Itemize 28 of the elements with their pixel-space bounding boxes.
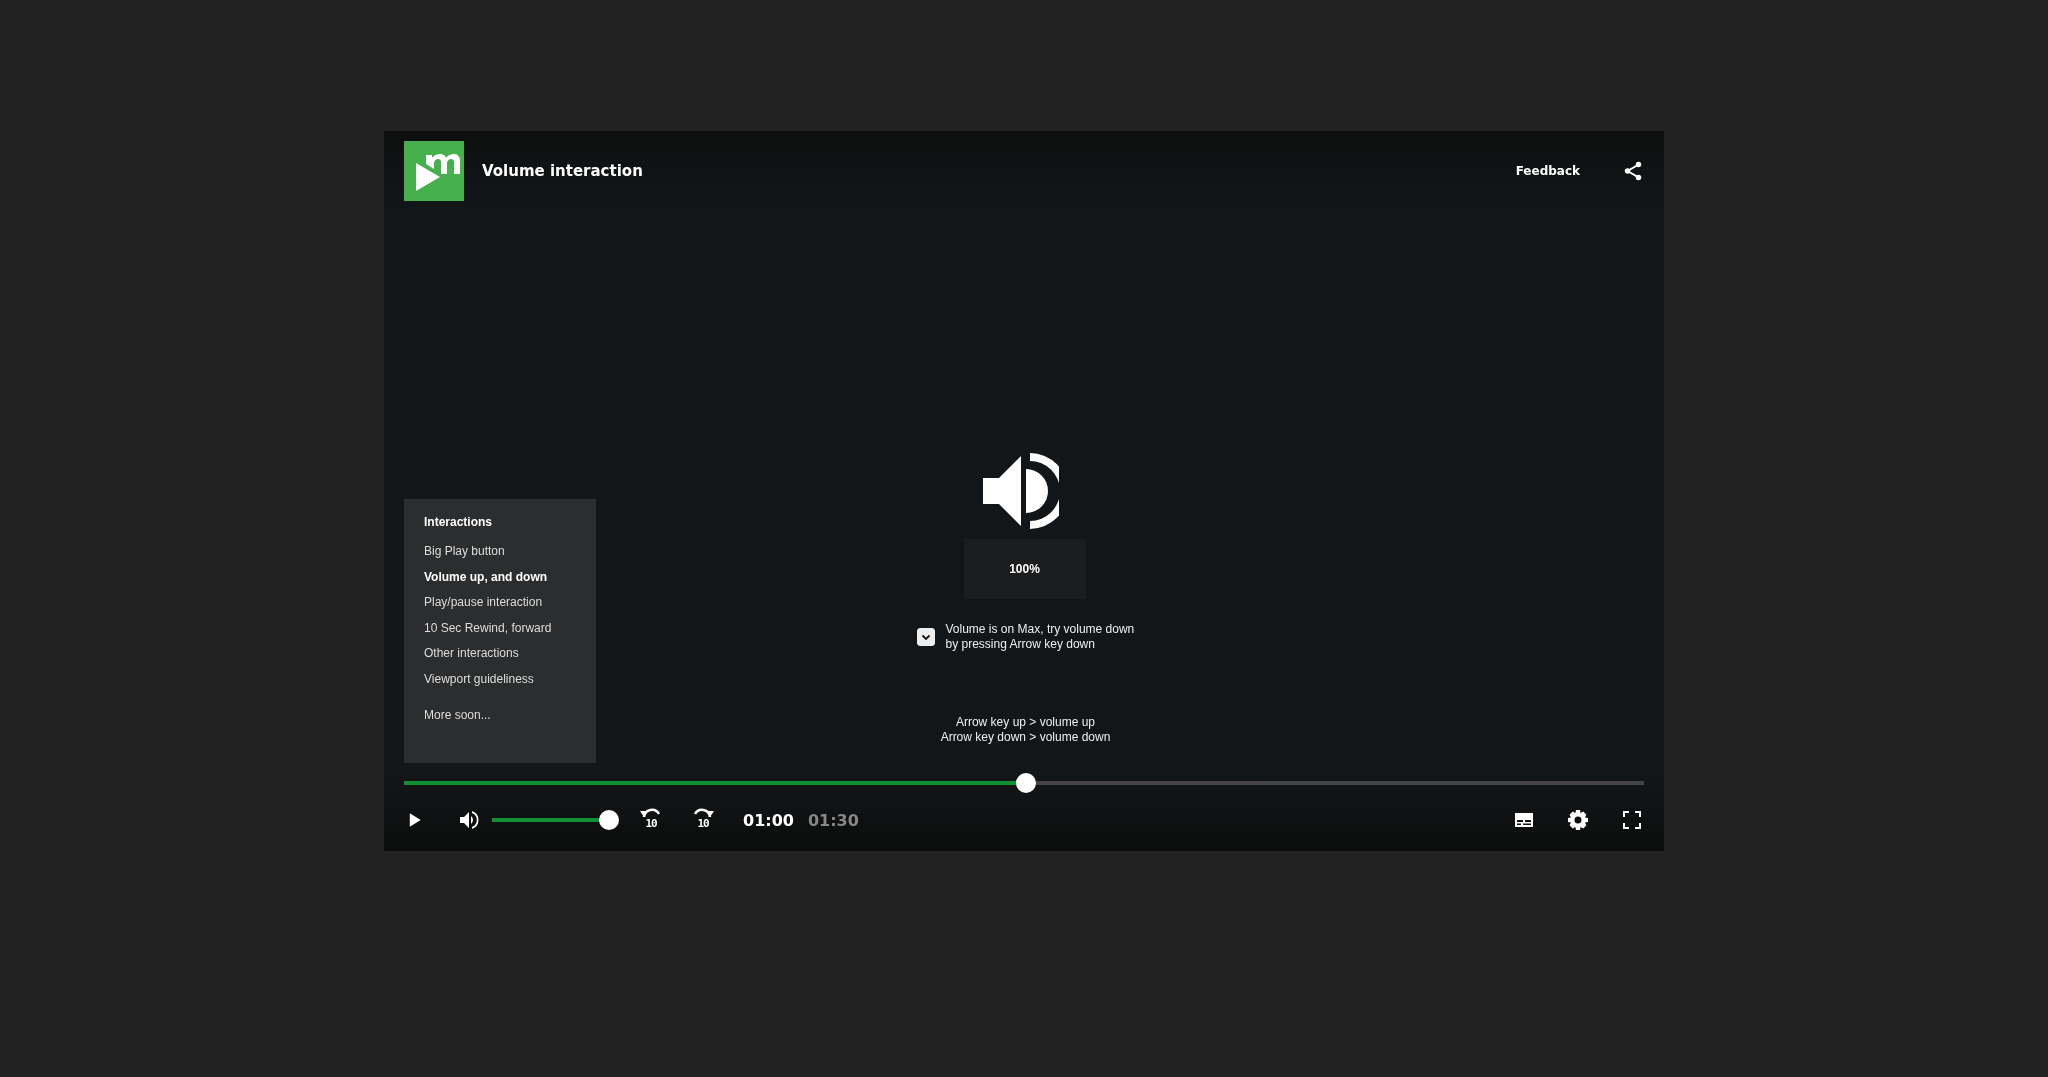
- checkbox[interactable]: [916, 628, 935, 646]
- panel-title: Interactions: [424, 515, 492, 529]
- video-title: Volume interaction: [482, 162, 643, 180]
- shortcut-text: Arrow key down > volume down: [940, 730, 1111, 745]
- forward-arrow-icon: [691, 806, 715, 818]
- fullscreen-icon[interactable]: [1620, 808, 1644, 832]
- forward-button[interactable]: 10: [691, 806, 715, 834]
- feedback-link[interactable]: Feedback: [1515, 164, 1580, 178]
- rewind-arrow-icon: [639, 806, 663, 818]
- menu-item[interactable]: Other interactions: [424, 646, 519, 661]
- menu-item[interactable]: Big Play button: [424, 544, 505, 559]
- speaker-icon: [982, 453, 1059, 529]
- hint-text: Volume is on Max, try volume down by pressing Arrow key down: [945, 622, 1136, 652]
- shortcut-text: Arrow key up > volume up: [954, 715, 1097, 730]
- more-soon-text: More soon...: [424, 708, 491, 722]
- menu-item[interactable]: Play/pause interaction: [424, 595, 543, 610]
- volume-reading: 100%: [963, 539, 1086, 599]
- menu-item[interactable]: Volume up, and down: [424, 569, 548, 585]
- progress-thumb[interactable]: [1016, 773, 1037, 793]
- duration-time: 01:30: [807, 810, 859, 830]
- share-icon[interactable]: [1622, 160, 1644, 182]
- current-time: 01:00: [743, 810, 794, 830]
- rewind-button[interactable]: 10: [639, 806, 663, 834]
- logo-icon: [404, 141, 464, 201]
- menu-item[interactable]: 10 Sec Rewind, forward: [424, 620, 552, 636]
- menu-item[interactable]: Viewport guideliness: [424, 671, 534, 687]
- settings-icon[interactable]: [1566, 808, 1590, 832]
- volume-thumb[interactable]: [599, 810, 619, 830]
